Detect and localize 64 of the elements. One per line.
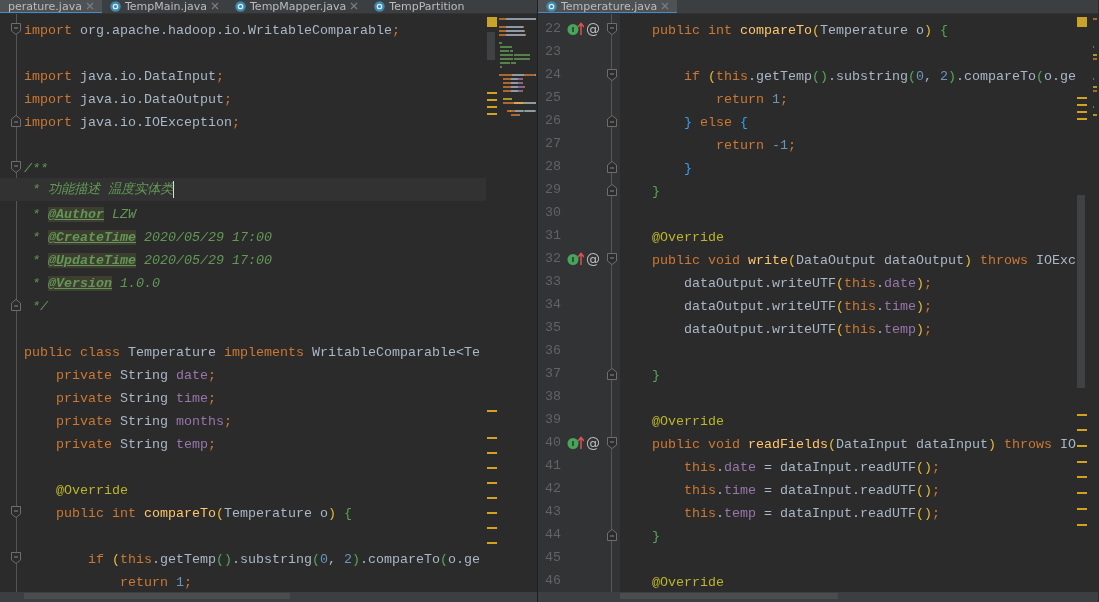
scrollbar-thumb[interactable]	[24, 593, 290, 599]
code-line: public void readFields(DataInput dataInput) throws IO	[651, 436, 1076, 454]
annotation-marker[interactable]: @	[586, 435, 600, 450]
code-line: public int compareTo(Temperature o) {	[651, 22, 948, 40]
code-line: private String months;	[55, 413, 232, 431]
file-tab[interactable]: TempPartition	[366, 0, 473, 13]
implements-marker-icon	[567, 21, 584, 36]
code-line: this.date = dataInput.readUTF();	[683, 459, 940, 477]
code-line: import java.io.IOException;	[24, 114, 240, 132]
code-line: * @Version 1.0.0	[31, 275, 160, 293]
file-tab[interactable]: TempMapper.java	[227, 0, 367, 13]
code-line: @Override	[651, 413, 724, 431]
code-line: import org.apache.hadoop.io.WritableComparable;	[24, 22, 400, 40]
code-line: }	[651, 183, 660, 201]
implements-marker-icon	[567, 251, 584, 266]
annotation-marker[interactable]: @	[586, 251, 600, 266]
scrollbar-thumb[interactable]	[487, 32, 495, 60]
code-line: this.temp = dataInput.readUTF();	[683, 505, 940, 523]
code-line: }	[651, 528, 660, 546]
file-tab[interactable]: TempMain.java	[101, 0, 227, 13]
implements-marker-icon	[567, 435, 584, 450]
code-line: private String date;	[55, 367, 216, 385]
code-line: dataOutput.writeUTF(this.date);	[683, 275, 932, 293]
code-line: return 1;	[714, 91, 788, 109]
code-line: /**	[24, 160, 48, 178]
class-icon	[109, 0, 121, 12]
close-icon	[350, 2, 359, 10]
close-icon	[661, 2, 670, 10]
close-icon	[211, 2, 219, 10]
code-line: return -1;	[714, 137, 796, 155]
code-line: dataOutput.writeUTF(this.time);	[683, 298, 932, 316]
code-line: public int compareTo(Temperature o) {	[55, 505, 352, 523]
code-line: private String temp;	[55, 436, 216, 454]
code-line: import java.io.DataOutput;	[24, 91, 232, 109]
code-line: @Override	[651, 229, 724, 247]
code-line: } else {	[683, 114, 748, 132]
code-line: @Override	[651, 574, 724, 592]
code-line: return 1;	[118, 574, 192, 592]
close-icon	[85, 2, 94, 10]
code-line: public void write(DataOutput dataOutput) throws IOExc	[651, 252, 1076, 270]
code-line: this.time = dataInput.readUTF();	[683, 482, 940, 500]
annotation-marker[interactable]: @	[586, 21, 600, 36]
code-line: * @UpdateTime 2020/05/29 17:00	[31, 252, 272, 270]
text-caret	[173, 181, 174, 198]
class-icon	[546, 0, 557, 12]
code-line: * @Author LZW	[31, 206, 136, 224]
scrollbar-thumb[interactable]	[1077, 195, 1085, 388]
file-tab[interactable]: perature.java	[0, 0, 102, 13]
code-line: dataOutput.writeUTF(this.temp);	[683, 321, 932, 339]
code-line: }	[683, 160, 692, 178]
code-line: }	[651, 367, 660, 385]
file-tab[interactable]: Temperature.java	[538, 0, 678, 13]
code-line: * @CreateTime 2020/05/29 17:00	[31, 229, 272, 247]
code-line: * 功能描述 温度实体类	[31, 181, 173, 199]
code-line: if (this.getTemp().substring(0, 2).compareTo(o.ge	[87, 551, 480, 569]
code-line: @Override	[55, 482, 128, 500]
code-line: */	[31, 298, 48, 316]
code-line: private String time;	[55, 390, 216, 408]
code-line: import java.io.DataInput;	[24, 68, 224, 86]
code-line: public class Temperature implements WritableComparable<Te	[24, 344, 480, 362]
class-icon	[374, 0, 386, 12]
class-icon	[235, 0, 246, 12]
scrollbar-thumb[interactable]	[620, 593, 838, 599]
code-line: if (this.getTemp().substring(0, 2).compareTo(o.ge	[683, 68, 1076, 86]
